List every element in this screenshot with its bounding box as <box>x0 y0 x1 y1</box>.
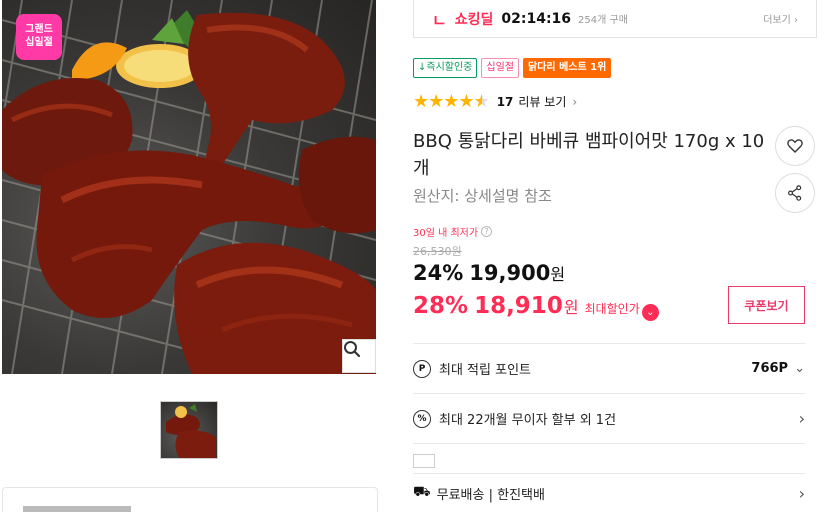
purchase-count: 254개 구매 <box>578 15 628 26</box>
sale-price: 24% 19,900 원 <box>413 261 565 285</box>
thumbnail-image <box>166 404 216 458</box>
truck-icon: ⛟ <box>413 484 431 500</box>
shocking-deal-label: 쇼킹딜 <box>454 11 494 28</box>
chevron-down-icon[interactable]: ⌄ <box>641 304 659 321</box>
max-discount-price: 28% 18,910 원 최대할인가 ⌄ <box>413 293 659 321</box>
max-discount-currency: 원 <box>563 298 579 317</box>
option-row <box>413 443 805 473</box>
product-page: 그랜드 십일절 ㄴ 쇼킹딜 02:14:16 254개 구매 더보기 › ↓즉시… <box>0 0 835 512</box>
point-icon: P <box>413 359 431 378</box>
star-icon: ★ <box>443 91 459 112</box>
chevron-down-icon: ⌄ <box>794 361 805 376</box>
best-seller-badge: 닭다리 베스트 1위 <box>523 58 612 78</box>
star-icon: ★ <box>413 91 429 112</box>
review-link[interactable]: 리뷰 보기 <box>518 93 566 110</box>
share-button[interactable] <box>775 173 815 213</box>
points-amount: 766P <box>751 361 789 376</box>
instant-discount-badge: ↓즉시할인중 <box>413 58 478 78</box>
seller-card[interactable] <box>2 487 378 512</box>
product-info-panel: ㄴ 쇼킹딜 02:14:16 254개 구매 더보기 › ↓즉시할인중 십일절 … <box>413 0 817 512</box>
max-points-value: 766P ⌄ <box>751 361 805 376</box>
original-price: 26,530원 <box>413 245 462 258</box>
deal-countdown: 02:14:16 <box>501 10 572 27</box>
brand-badge-text: 그랜드 십일절 <box>25 24 53 48</box>
product-main-image[interactable]: 그랜드 십일절 <box>2 0 376 374</box>
rating-stars: ★★★★★ <box>413 91 490 112</box>
help-icon[interactable]: ? <box>481 226 493 237</box>
max-points-row[interactable]: P 최대 적립 포인트 766P ⌄ <box>413 343 805 393</box>
max-discount-percent: 28% <box>413 293 469 319</box>
shocking-deal-more-link[interactable]: 더보기 › <box>763 11 798 26</box>
product-badges: ↓즉시할인중 십일절 닭다리 베스트 1위 <box>413 58 612 78</box>
sale-currency: 원 <box>550 265 566 284</box>
chevron-right-icon: › <box>572 94 578 109</box>
shocking-deal-icon: ㄴ <box>432 10 447 30</box>
coupon-button[interactable]: 쿠폰보기 <box>728 286 805 324</box>
lowest-price-text: 30일 내 최저가 <box>413 228 479 239</box>
sale-amount: 19,900 <box>469 261 551 285</box>
chevron-right-icon: › <box>798 409 805 428</box>
chevron-right-icon: › <box>798 483 805 503</box>
11-day-badge: 십일절 <box>481 58 519 78</box>
product-title: BBQ 통닭다리 바베큐 뱀파이어맛 170g x 10개 <box>413 131 765 179</box>
percent-icon: % <box>413 409 431 428</box>
zoom-icon <box>344 341 361 358</box>
grand-11-day-badge: 그랜드 십일절 <box>16 14 62 60</box>
placeholder-box <box>413 453 435 468</box>
star-icon: ★ <box>458 91 474 112</box>
zoom-button[interactable] <box>342 339 376 373</box>
review-count: 17 <box>496 94 514 109</box>
shocking-deal-bar: ㄴ 쇼킹딜 02:14:16 254개 구매 더보기 › <box>413 0 817 38</box>
seller-card-placeholder <box>23 506 131 512</box>
chevron-right-icon: › <box>794 15 798 26</box>
rating-summary[interactable]: ★★★★★ 17 리뷰 보기 › <box>413 91 577 112</box>
heart-icon <box>787 139 803 153</box>
star-icon: ★ <box>428 91 444 112</box>
product-origin: 원산지: 상세설명 참조 <box>413 187 552 205</box>
product-thumbnail[interactable] <box>160 401 218 459</box>
sale-percent: 24% <box>413 261 464 285</box>
shipping-row[interactable]: ⛟ 무료배송 | 한진택배 › <box>413 473 805 512</box>
installment-row[interactable]: % 최대 22개월 무이자 할부 외 1건 › <box>413 393 805 443</box>
shipping-label: 무료배송 | 한진택배 <box>436 487 545 503</box>
lowest-price-label: 30일 내 최저가 ? <box>413 224 493 239</box>
max-discount-amount: 18,910 <box>474 293 563 319</box>
share-icon <box>788 185 802 201</box>
max-points-label: 최대 적립 포인트 <box>439 363 531 378</box>
max-discount-label: 최대할인가 <box>584 302 640 316</box>
wishlist-button[interactable] <box>775 126 815 166</box>
half-star-icon: ★ <box>473 91 490 112</box>
installment-label: 최대 22개월 무이자 할부 외 1건 <box>439 413 617 428</box>
more-link-label: 더보기 <box>763 15 791 26</box>
